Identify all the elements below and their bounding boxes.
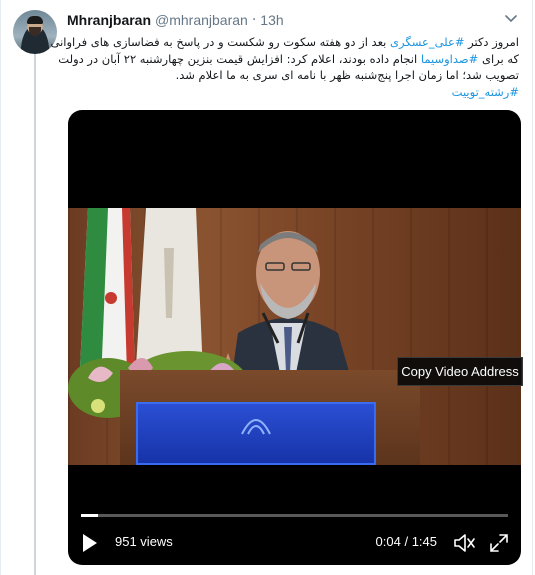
hashtag-link[interactable]: #علی_عسگری bbox=[390, 35, 464, 49]
fullscreen-icon[interactable] bbox=[489, 533, 509, 553]
play-icon[interactable] bbox=[82, 533, 98, 553]
duration: 1:45 bbox=[411, 534, 437, 549]
tweet-text-segment: انجام داده بودند، اعلام کرد: افزایش قیمت… bbox=[58, 51, 421, 66]
current-time: 0:04 bbox=[375, 534, 401, 549]
volume-muted-icon[interactable] bbox=[453, 532, 477, 554]
view-count: 951 views bbox=[115, 534, 173, 549]
tweet-card[interactable]: Mhranjbaran @mhranjbaran · 13h امروز دکت… bbox=[0, 0, 533, 575]
video-progress-bar[interactable] bbox=[81, 514, 508, 517]
tweet-text-line: تصویب شد؛ اما زمان اجرا پنج‌شنبه ظهر با … bbox=[65, 67, 519, 84]
user-handle[interactable]: @mhranjbaran bbox=[155, 12, 248, 28]
tweet-text-line: که برای #صداوسیما انجام داده بودند، اعلا… bbox=[58, 51, 519, 68]
separator-dot: · bbox=[251, 12, 257, 28]
tweet-text-segment: امروز دکتر bbox=[464, 35, 519, 49]
tweet-text-line: #رشته_توییت bbox=[65, 84, 519, 101]
time-separator: / bbox=[400, 534, 412, 549]
tweet-text-segment: تصویب شد؛ اما زمان اجرا پنج‌شنبه ظهر با … bbox=[175, 68, 519, 82]
video-timecode: 0:04 / 1:45 bbox=[376, 534, 437, 549]
tweet-header: Mhranjbaran @mhranjbaran · 13h bbox=[67, 11, 284, 29]
display-name[interactable]: Mhranjbaran bbox=[67, 12, 151, 28]
tweet-timestamp[interactable]: 13h bbox=[260, 12, 283, 28]
video-progress-fill bbox=[81, 514, 99, 517]
avatar-beard bbox=[29, 27, 41, 36]
tweet-text-line: امروز دکتر #علی_عسگری بعد از دو هفته سکو… bbox=[51, 34, 519, 51]
video-controls: 951 views 0:04 / 1:45 bbox=[68, 528, 521, 558]
copy-video-address-tooltip[interactable]: Copy Video Address bbox=[397, 357, 523, 386]
podium-screen-image bbox=[136, 402, 376, 465]
tweet-text: امروز دکتر #علی_عسگری بعد از دو هفته سکو… bbox=[51, 34, 519, 101]
chevron-down-icon[interactable] bbox=[504, 14, 518, 24]
thread-line bbox=[34, 54, 36, 575]
hashtag-link[interactable]: #رشته_توییت bbox=[452, 85, 519, 99]
tweet-text-segment: که برای bbox=[478, 51, 519, 66]
avatar-hair bbox=[27, 16, 43, 24]
tweet-text-segment: بعد از دو هفته سکوت رو شکست و در پاسخ به… bbox=[50, 35, 390, 49]
video-player[interactable] bbox=[68, 110, 521, 565]
video-frame bbox=[68, 208, 521, 465]
hashtag-link[interactable]: #صداوسیما bbox=[421, 52, 478, 66]
emblem-icon bbox=[241, 419, 271, 435]
